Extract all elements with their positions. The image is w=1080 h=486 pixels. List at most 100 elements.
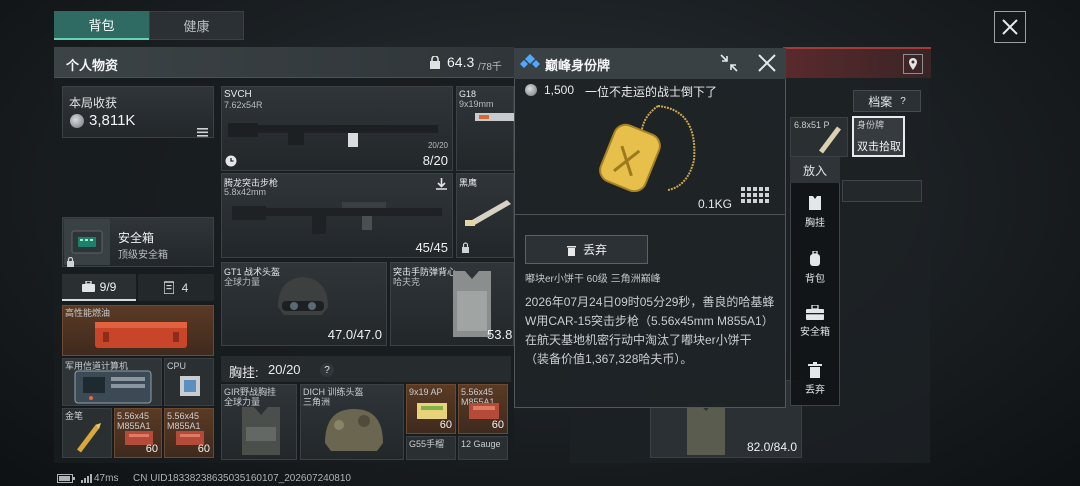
loot-item-ammo[interactable]: 6.8x51 P (790, 117, 848, 157)
cpu-image (180, 376, 200, 396)
stash-item-fuel[interactable]: 高性能燃油 (62, 305, 214, 356)
location-icon (909, 58, 917, 70)
menu-safe-label: 安全箱 (800, 327, 830, 338)
tab-health[interactable]: 健康 (149, 11, 244, 40)
menu-safe-box[interactable]: 安全箱 (790, 305, 840, 338)
helmet-image (278, 277, 328, 315)
stash-item-ammo-2[interactable]: 5.56x45 M855A1 60 (164, 408, 214, 458)
discard-button[interactable]: 丢弃 (525, 235, 648, 264)
weapon-ammo: 8/20 (422, 153, 448, 168)
coin-icon (525, 84, 537, 96)
bullet-image (819, 126, 841, 154)
ping-text: 47ms (94, 473, 119, 484)
weight-value: 64.3 (447, 54, 475, 70)
rig-ammo-label: G55手榴 (409, 439, 445, 449)
menu-chest-label: 胸挂 (805, 218, 825, 229)
menu-backpack-label: 背包 (805, 274, 825, 285)
ammo-counter-value: 4 (181, 280, 189, 295)
ammo-counter-tab[interactable]: 4 (138, 274, 214, 301)
rig-item-helmet[interactable]: DICH 训练头盔 三角洲 (300, 384, 404, 460)
case-icon (81, 281, 95, 292)
grid-icon (741, 187, 769, 203)
stash-item-count: 60 (197, 443, 210, 455)
list-icon[interactable] (197, 124, 208, 137)
stash-item-computer[interactable]: 军用信道计算机 (62, 358, 162, 406)
close-icon[interactable] (757, 53, 777, 73)
stash-item-label: CPU (167, 361, 187, 371)
menu-chest-rig[interactable]: 胸挂 (790, 195, 840, 229)
safe-icon (806, 305, 824, 320)
harvest-value: 3,811K (89, 112, 136, 129)
close-button[interactable] (994, 11, 1026, 43)
weapon-slot-4[interactable]: 黑鹰 (456, 173, 514, 258)
rig-item-name: DICH 训练头盔 (303, 387, 364, 397)
popup-divider (514, 214, 786, 215)
rig-ammo-label: 12 Gauge (461, 439, 501, 449)
ammo-box-image (469, 403, 499, 419)
uid-text: CN UID1833823863503516010​7_202607240810 (133, 473, 351, 484)
coin-icon (70, 114, 84, 128)
popup-description: 2026年07月24日09时05分29秒，善良的哈基蜂W用CAR-15突击步枪（… (525, 295, 775, 366)
menu-backpack[interactable]: 背包 (790, 251, 840, 285)
weapon-slot-3[interactable]: 腾龙突击步枪 5.8x42mm 45/45 (221, 173, 453, 258)
vest-icon (809, 196, 821, 210)
weapon-ammo: 45/45 (415, 240, 448, 255)
weapon-name: 黑鹰 (459, 178, 478, 188)
popup-price: 1,500 (544, 83, 575, 97)
weapon-caliber: 7.62x54R (224, 100, 263, 110)
popup-title: 巅峰身份牌 (545, 58, 611, 73)
rig-help-button[interactable]: ? (320, 363, 334, 377)
ammo-box-image (417, 403, 447, 419)
rig-item-vest[interactable]: GIR野战胸挂 全球力量 (221, 384, 297, 460)
stash-item-pen[interactable]: 金笔 (62, 408, 112, 458)
stash-item-count: 60 (145, 443, 158, 455)
stash-item-ammo-1[interactable]: 5.56x45 M855A1 60 (114, 408, 162, 458)
menu-discard[interactable]: 丢弃 (790, 362, 840, 396)
stash-item-label: 5.56x45 M855A1 (117, 411, 151, 431)
archive-button[interactable]: 档案 ? (853, 90, 921, 112)
tab-backpack-label: 背包 (88, 18, 115, 33)
download-icon[interactable] (435, 177, 448, 190)
rifle-image (232, 202, 442, 234)
rig-ammo-1[interactable]: 9x19 AP 60 (406, 384, 456, 434)
armor-value: 53.8 (487, 327, 513, 342)
case-counter-tab[interactable]: 9/9 (62, 274, 136, 301)
armor-sub: 哈夫克 (393, 277, 421, 287)
loot-item-value: 82.0/84.0 (746, 440, 797, 454)
stash-item-cpu[interactable]: CPU (164, 358, 214, 406)
weight-max: /78千 (478, 62, 502, 73)
rig-ammo-2[interactable]: 5.56x45 M855A1 60 (458, 384, 508, 434)
loot-row (842, 180, 922, 202)
shrink-icon[interactable] (719, 53, 739, 73)
rig-ammo-label: 9x19 AP (409, 387, 443, 397)
loot-item-tag[interactable]: 身份牌 双击拾取 (852, 116, 905, 157)
pickup-hint: 双击拾取 (857, 141, 901, 153)
tab-backpack[interactable]: 背包 (54, 11, 149, 40)
location-button[interactable] (903, 54, 923, 74)
weapon-slot-1[interactable]: SVCH 7.62x54R 20/20 8/20 (221, 86, 453, 171)
knife-image (465, 200, 511, 226)
training-helmet-image (325, 409, 383, 451)
rig-ammo-4[interactable]: 12 Gauge (458, 436, 508, 460)
armor-slot[interactable]: 突击手防弹背心 哈夫克 53.8 (390, 262, 514, 346)
trash-icon (566, 245, 576, 256)
harvest-label: 本局收获 (69, 96, 118, 110)
signal-icon (81, 474, 92, 483)
close-icon (1002, 19, 1018, 35)
helmet-slot[interactable]: GT1 战术头盔 全球力量 47.0/47.0 (221, 262, 387, 346)
menu-place[interactable]: 放入 (790, 157, 840, 183)
backpack-icon (810, 251, 820, 266)
gold-pen-image (77, 423, 101, 453)
rig-label: 胸挂: (229, 365, 259, 380)
dog-tag-image (599, 105, 696, 192)
case-counter-value: 9/9 (99, 279, 117, 294)
safe-box-subtitle: 顶级安全箱 (118, 250, 168, 261)
helmet-sub: 全球力量 (224, 277, 261, 287)
trash-icon (808, 362, 822, 378)
rig-ammo-3[interactable]: G55手榴 (406, 436, 456, 460)
popup-subtitle: 一位不走运的战士倒下了 (585, 85, 718, 99)
lock-icon (66, 254, 75, 267)
rig-value: 20/20 (268, 362, 301, 377)
weapon-slot-2[interactable]: G18 9x19mm (456, 86, 515, 171)
tab-health-label: 健康 (183, 19, 210, 34)
